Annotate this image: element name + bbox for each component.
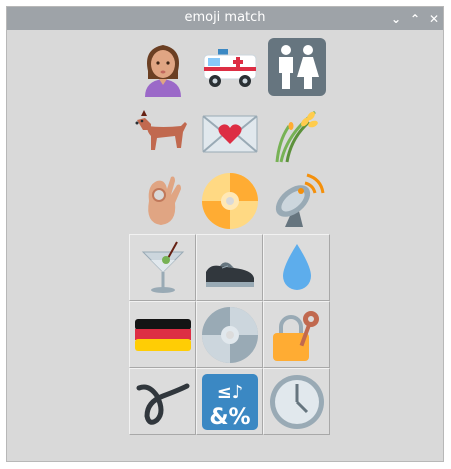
emoji-tile-dvd	[196, 167, 263, 234]
emoji-button-locked-with-key[interactable]	[263, 301, 330, 368]
emoji-button-droplet[interactable]	[263, 234, 330, 301]
emoji-tile-satellite	[263, 167, 330, 234]
close-button[interactable]: ✕	[425, 10, 443, 28]
emoji-tile-ok-hand	[129, 167, 196, 234]
emoji-button-curly-loop[interactable]	[129, 368, 196, 435]
curly-loop-icon	[136, 383, 189, 425]
dvd-icon	[201, 172, 258, 229]
optical-disc-icon	[201, 306, 258, 363]
emoji-tile-dog	[129, 100, 196, 167]
droplet-icon	[282, 243, 311, 290]
emoji-tile-woman	[129, 33, 196, 100]
emoji-button-clock[interactable]	[263, 368, 330, 435]
emoji-tile-rice	[263, 100, 330, 167]
emoji-button-shoe[interactable]	[196, 234, 263, 301]
restroom-icon	[267, 37, 326, 96]
input-symbols-icon: ≤♪ &%	[201, 373, 258, 430]
emoji-button-cocktail[interactable]	[129, 234, 196, 301]
emoji-button-optical-disc[interactable]	[196, 301, 263, 368]
dog-icon	[135, 109, 187, 150]
emoji-grid: ≤♪ &%	[129, 33, 330, 435]
emoji-button-input-symbols[interactable]: ≤♪ &%	[196, 368, 263, 435]
cocktail-glass-icon	[141, 241, 184, 293]
titlebar[interactable]: emoji match ⌄ ⌃ ✕	[7, 7, 443, 30]
woman-shrugging-icon	[144, 44, 181, 97]
maximize-button[interactable]: ⌃	[406, 10, 424, 28]
symbols-top-text: ≤♪	[216, 382, 243, 403]
symbols-bottom-text: &%	[209, 405, 250, 430]
ok-hand-icon	[147, 176, 181, 225]
minimize-button[interactable]: ⌄	[387, 10, 405, 28]
emoji-tile-love-letter	[196, 100, 263, 167]
love-letter-icon	[201, 114, 258, 153]
ambulance-icon	[203, 48, 256, 87]
clock-icon	[269, 374, 324, 429]
locked-with-key-icon	[272, 310, 319, 361]
satellite-antenna-icon	[275, 173, 324, 227]
shoe-icon	[205, 261, 254, 287]
emoji-tile-ambulance	[196, 33, 263, 100]
emoji-tile-restroom	[263, 33, 330, 100]
emoji-button-germany-flag[interactable]	[129, 301, 196, 368]
rice-sheaf-icon	[275, 110, 318, 162]
window-title: emoji match	[184, 10, 266, 25]
germany-flag-icon	[134, 318, 191, 351]
app-window: emoji match ⌄ ⌃ ✕ ≤♪ &%	[6, 6, 444, 462]
